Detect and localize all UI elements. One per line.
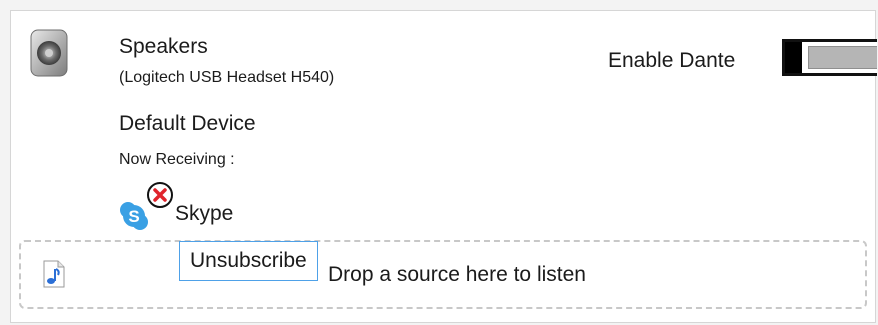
music-note-icon [43, 260, 65, 288]
speaker-icon [30, 29, 68, 77]
toggle-knob[interactable] [785, 42, 802, 73]
toggle-track [808, 46, 877, 69]
skype-icon: S [119, 201, 149, 231]
device-panel: Speakers (Logitech USB Headset H540) Ena… [10, 10, 877, 323]
device-name: Speakers [119, 35, 208, 58]
svg-text:S: S [128, 207, 139, 226]
now-receiving-label: Now Receiving : [119, 151, 235, 168]
unsubscribe-tooltip: Unsubscribe [179, 241, 318, 281]
device-model: (Logitech USB Headset H540) [119, 69, 335, 86]
enable-dante-label: Enable Dante [608, 49, 736, 72]
unsubscribe-x-icon[interactable] [146, 181, 174, 209]
drop-zone-label: Drop a source here to listen [328, 263, 586, 286]
device-status: Default Device [119, 112, 256, 135]
source-name: Skype [175, 202, 234, 225]
source-item: S Skype [119, 181, 279, 231]
drop-zone[interactable]: Drop a source here to listen [19, 240, 867, 309]
enable-dante-toggle[interactable] [782, 39, 877, 76]
